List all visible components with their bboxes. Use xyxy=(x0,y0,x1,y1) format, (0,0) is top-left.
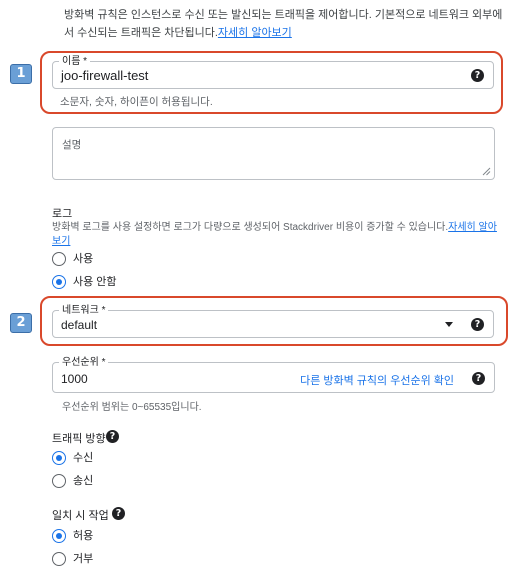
traffic-direction-title: 트래픽 방향 xyxy=(52,430,106,446)
name-input-value[interactable]: joo-firewall-test xyxy=(61,68,148,83)
intro-text: 방화벽 규칙은 인스턴스로 수신 또는 발신되는 트래픽을 제어합니다. 기본적… xyxy=(64,6,510,42)
radio-selected-icon[interactable] xyxy=(52,529,66,543)
resize-handle-icon[interactable] xyxy=(482,167,491,176)
action-allow-label: 허용 xyxy=(73,530,94,542)
radio-off-icon[interactable] xyxy=(52,474,66,488)
priority-input-value[interactable]: 1000 xyxy=(61,372,88,386)
logs-text: 방화벽 로그를 사용 설정하면 로그가 다량으로 생성되어 Stackdrive… xyxy=(52,222,449,233)
step-badge-1: 1 xyxy=(10,64,32,84)
network-selected-value[interactable]: default xyxy=(61,318,97,332)
action-on-match-title: 일치 시 작업 xyxy=(52,507,109,523)
network-help-icon[interactable]: ? xyxy=(471,318,484,331)
logs-option-on-label: 사용 xyxy=(73,253,94,265)
name-help-icon[interactable]: ? xyxy=(471,69,484,82)
logs-title: 로그 xyxy=(52,208,73,220)
priority-field[interactable]: 우선순위 * 1000 다른 방화벽 규칙의 우선순위 확인 ? xyxy=(52,356,495,393)
radio-selected-icon[interactable] xyxy=(52,275,66,289)
name-field-label: 이름 * xyxy=(59,55,91,68)
action-on-match-label: 일치 시 작업 xyxy=(52,510,109,522)
logs-description: 방화벽 로그를 사용 설정하면 로그가 다량으로 생성되어 Stackdrive… xyxy=(52,221,498,249)
network-select[interactable]: 네트워크 * default ? xyxy=(52,304,494,338)
logs-option-off-label: 사용 안함 xyxy=(73,276,117,288)
name-field-help: 소문자, 숫자, 하이픈이 허용됩니다. xyxy=(60,96,213,108)
direction-egress-label: 송신 xyxy=(73,475,94,487)
name-field[interactable]: 이름 * joo-firewall-test ? xyxy=(52,55,494,89)
dropdown-arrow-icon[interactable] xyxy=(445,322,453,327)
radio-off-icon[interactable] xyxy=(52,252,66,266)
network-field-label: 네트워크 * xyxy=(59,304,109,317)
radio-selected-icon[interactable] xyxy=(52,451,66,465)
check-other-priorities-link[interactable]: 다른 방화벽 규칙의 우선순위 확인 xyxy=(300,372,454,388)
intro-learn-more-link[interactable]: 자세히 알아보기 xyxy=(218,27,292,39)
direction-ingress-label: 수신 xyxy=(73,452,94,464)
priority-help-icon[interactable]: ? xyxy=(472,372,485,385)
priority-field-help: 우선순위 범위는 0~65535입니다. xyxy=(62,402,202,413)
action-deny-label: 거부 xyxy=(73,553,94,565)
traffic-direction-help-icon[interactable]: ? xyxy=(106,430,119,443)
traffic-direction-label: 트래픽 방향 xyxy=(52,433,106,445)
description-placeholder: 설명 xyxy=(62,139,82,151)
radio-off-icon[interactable] xyxy=(52,552,66,566)
priority-field-label: 우선순위 * xyxy=(59,356,109,369)
step-badge-2: 2 xyxy=(10,313,32,333)
description-textarea[interactable]: 설명 xyxy=(52,127,495,180)
action-on-match-help-icon[interactable]: ? xyxy=(112,507,125,520)
